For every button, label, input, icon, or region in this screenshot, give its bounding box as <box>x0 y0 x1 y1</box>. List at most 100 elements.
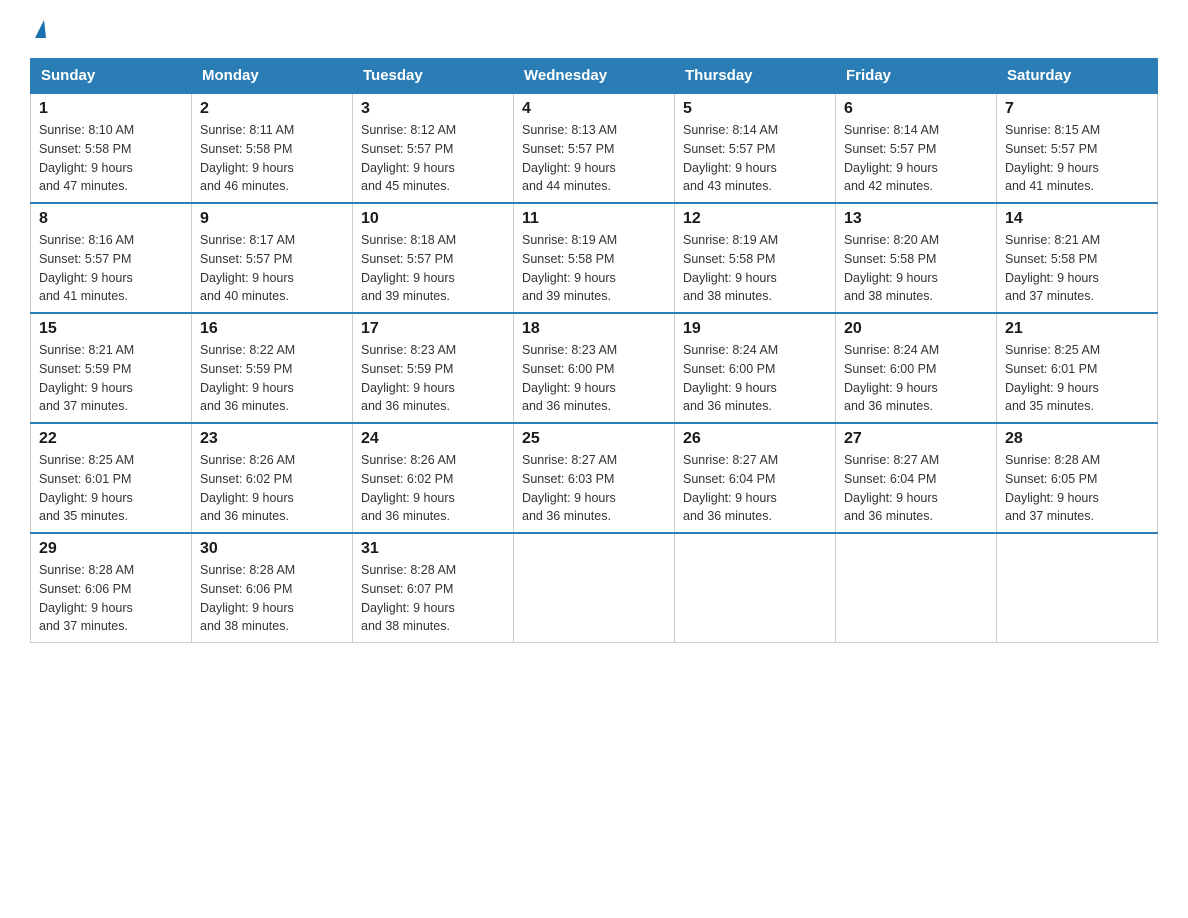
day-info: Sunrise: 8:16 AMSunset: 5:57 PMDaylight:… <box>39 233 134 303</box>
weekday-header-thursday: Thursday <box>675 59 836 94</box>
day-number: 13 <box>844 210 988 228</box>
day-number: 31 <box>361 540 505 558</box>
calendar-cell: 11 Sunrise: 8:19 AMSunset: 5:58 PMDaylig… <box>514 203 675 313</box>
calendar-cell: 30 Sunrise: 8:28 AMSunset: 6:06 PMDaylig… <box>192 533 353 643</box>
calendar-cell: 14 Sunrise: 8:21 AMSunset: 5:58 PMDaylig… <box>997 203 1158 313</box>
calendar-cell: 18 Sunrise: 8:23 AMSunset: 6:00 PMDaylig… <box>514 313 675 423</box>
page-header <box>30 20 1158 40</box>
day-number: 19 <box>683 320 827 338</box>
day-number: 10 <box>361 210 505 228</box>
calendar-cell: 31 Sunrise: 8:28 AMSunset: 6:07 PMDaylig… <box>353 533 514 643</box>
calendar-cell: 9 Sunrise: 8:17 AMSunset: 5:57 PMDayligh… <box>192 203 353 313</box>
logo <box>30 20 46 40</box>
day-number: 20 <box>844 320 988 338</box>
day-number: 2 <box>200 100 344 118</box>
day-info: Sunrise: 8:22 AMSunset: 5:59 PMDaylight:… <box>200 343 295 413</box>
day-number: 21 <box>1005 320 1149 338</box>
calendar-cell: 23 Sunrise: 8:26 AMSunset: 6:02 PMDaylig… <box>192 423 353 533</box>
day-number: 9 <box>200 210 344 228</box>
calendar-cell <box>997 533 1158 643</box>
calendar-cell: 21 Sunrise: 8:25 AMSunset: 6:01 PMDaylig… <box>997 313 1158 423</box>
day-number: 1 <box>39 100 183 118</box>
calendar-cell: 22 Sunrise: 8:25 AMSunset: 6:01 PMDaylig… <box>31 423 192 533</box>
calendar-cell: 10 Sunrise: 8:18 AMSunset: 5:57 PMDaylig… <box>353 203 514 313</box>
calendar-week-row: 1 Sunrise: 8:10 AMSunset: 5:58 PMDayligh… <box>31 93 1158 203</box>
calendar-cell: 28 Sunrise: 8:28 AMSunset: 6:05 PMDaylig… <box>997 423 1158 533</box>
day-number: 5 <box>683 100 827 118</box>
calendar-cell: 27 Sunrise: 8:27 AMSunset: 6:04 PMDaylig… <box>836 423 997 533</box>
calendar-cell: 20 Sunrise: 8:24 AMSunset: 6:00 PMDaylig… <box>836 313 997 423</box>
calendar-cell: 26 Sunrise: 8:27 AMSunset: 6:04 PMDaylig… <box>675 423 836 533</box>
day-number: 17 <box>361 320 505 338</box>
calendar-table: SundayMondayTuesdayWednesdayThursdayFrid… <box>30 58 1158 643</box>
day-info: Sunrise: 8:23 AMSunset: 6:00 PMDaylight:… <box>522 343 617 413</box>
day-info: Sunrise: 8:14 AMSunset: 5:57 PMDaylight:… <box>683 123 778 193</box>
calendar-cell: 13 Sunrise: 8:20 AMSunset: 5:58 PMDaylig… <box>836 203 997 313</box>
calendar-cell: 1 Sunrise: 8:10 AMSunset: 5:58 PMDayligh… <box>31 93 192 203</box>
day-info: Sunrise: 8:13 AMSunset: 5:57 PMDaylight:… <box>522 123 617 193</box>
day-info: Sunrise: 8:12 AMSunset: 5:57 PMDaylight:… <box>361 123 456 193</box>
day-info: Sunrise: 8:15 AMSunset: 5:57 PMDaylight:… <box>1005 123 1100 193</box>
day-number: 15 <box>39 320 183 338</box>
day-info: Sunrise: 8:23 AMSunset: 5:59 PMDaylight:… <box>361 343 456 413</box>
day-info: Sunrise: 8:27 AMSunset: 6:04 PMDaylight:… <box>683 453 778 523</box>
weekday-header-tuesday: Tuesday <box>353 59 514 94</box>
calendar-week-row: 29 Sunrise: 8:28 AMSunset: 6:06 PMDaylig… <box>31 533 1158 643</box>
weekday-header-saturday: Saturday <box>997 59 1158 94</box>
day-info: Sunrise: 8:10 AMSunset: 5:58 PMDaylight:… <box>39 123 134 193</box>
calendar-cell: 8 Sunrise: 8:16 AMSunset: 5:57 PMDayligh… <box>31 203 192 313</box>
calendar-cell <box>836 533 997 643</box>
day-number: 4 <box>522 100 666 118</box>
day-info: Sunrise: 8:19 AMSunset: 5:58 PMDaylight:… <box>522 233 617 303</box>
calendar-cell: 4 Sunrise: 8:13 AMSunset: 5:57 PMDayligh… <box>514 93 675 203</box>
day-info: Sunrise: 8:25 AMSunset: 6:01 PMDaylight:… <box>1005 343 1100 413</box>
day-info: Sunrise: 8:28 AMSunset: 6:05 PMDaylight:… <box>1005 453 1100 523</box>
day-number: 22 <box>39 430 183 448</box>
day-info: Sunrise: 8:28 AMSunset: 6:06 PMDaylight:… <box>39 563 134 633</box>
calendar-cell: 2 Sunrise: 8:11 AMSunset: 5:58 PMDayligh… <box>192 93 353 203</box>
day-number: 3 <box>361 100 505 118</box>
calendar-cell: 15 Sunrise: 8:21 AMSunset: 5:59 PMDaylig… <box>31 313 192 423</box>
day-info: Sunrise: 8:19 AMSunset: 5:58 PMDaylight:… <box>683 233 778 303</box>
weekday-header-wednesday: Wednesday <box>514 59 675 94</box>
day-info: Sunrise: 8:14 AMSunset: 5:57 PMDaylight:… <box>844 123 939 193</box>
calendar-cell <box>675 533 836 643</box>
day-number: 16 <box>200 320 344 338</box>
day-number: 11 <box>522 210 666 228</box>
day-info: Sunrise: 8:18 AMSunset: 5:57 PMDaylight:… <box>361 233 456 303</box>
day-info: Sunrise: 8:11 AMSunset: 5:58 PMDaylight:… <box>200 123 294 193</box>
weekday-header-sunday: Sunday <box>31 59 192 94</box>
calendar-cell: 29 Sunrise: 8:28 AMSunset: 6:06 PMDaylig… <box>31 533 192 643</box>
day-number: 7 <box>1005 100 1149 118</box>
calendar-week-row: 22 Sunrise: 8:25 AMSunset: 6:01 PMDaylig… <box>31 423 1158 533</box>
logo-triangle-icon <box>35 20 46 38</box>
day-number: 6 <box>844 100 988 118</box>
day-info: Sunrise: 8:24 AMSunset: 6:00 PMDaylight:… <box>844 343 939 413</box>
calendar-cell: 3 Sunrise: 8:12 AMSunset: 5:57 PMDayligh… <box>353 93 514 203</box>
calendar-week-row: 15 Sunrise: 8:21 AMSunset: 5:59 PMDaylig… <box>31 313 1158 423</box>
day-info: Sunrise: 8:26 AMSunset: 6:02 PMDaylight:… <box>200 453 295 523</box>
weekday-header-friday: Friday <box>836 59 997 94</box>
calendar-cell <box>514 533 675 643</box>
day-number: 25 <box>522 430 666 448</box>
day-number: 8 <box>39 210 183 228</box>
day-number: 14 <box>1005 210 1149 228</box>
day-number: 26 <box>683 430 827 448</box>
day-number: 12 <box>683 210 827 228</box>
day-info: Sunrise: 8:20 AMSunset: 5:58 PMDaylight:… <box>844 233 939 303</box>
calendar-cell: 17 Sunrise: 8:23 AMSunset: 5:59 PMDaylig… <box>353 313 514 423</box>
day-info: Sunrise: 8:24 AMSunset: 6:00 PMDaylight:… <box>683 343 778 413</box>
calendar-cell: 6 Sunrise: 8:14 AMSunset: 5:57 PMDayligh… <box>836 93 997 203</box>
calendar-week-row: 8 Sunrise: 8:16 AMSunset: 5:57 PMDayligh… <box>31 203 1158 313</box>
day-number: 28 <box>1005 430 1149 448</box>
day-info: Sunrise: 8:21 AMSunset: 5:59 PMDaylight:… <box>39 343 134 413</box>
day-number: 27 <box>844 430 988 448</box>
day-number: 29 <box>39 540 183 558</box>
day-number: 18 <box>522 320 666 338</box>
calendar-cell: 16 Sunrise: 8:22 AMSunset: 5:59 PMDaylig… <box>192 313 353 423</box>
day-info: Sunrise: 8:28 AMSunset: 6:07 PMDaylight:… <box>361 563 456 633</box>
calendar-header-row: SundayMondayTuesdayWednesdayThursdayFrid… <box>31 59 1158 94</box>
day-number: 24 <box>361 430 505 448</box>
day-info: Sunrise: 8:28 AMSunset: 6:06 PMDaylight:… <box>200 563 295 633</box>
calendar-cell: 12 Sunrise: 8:19 AMSunset: 5:58 PMDaylig… <box>675 203 836 313</box>
